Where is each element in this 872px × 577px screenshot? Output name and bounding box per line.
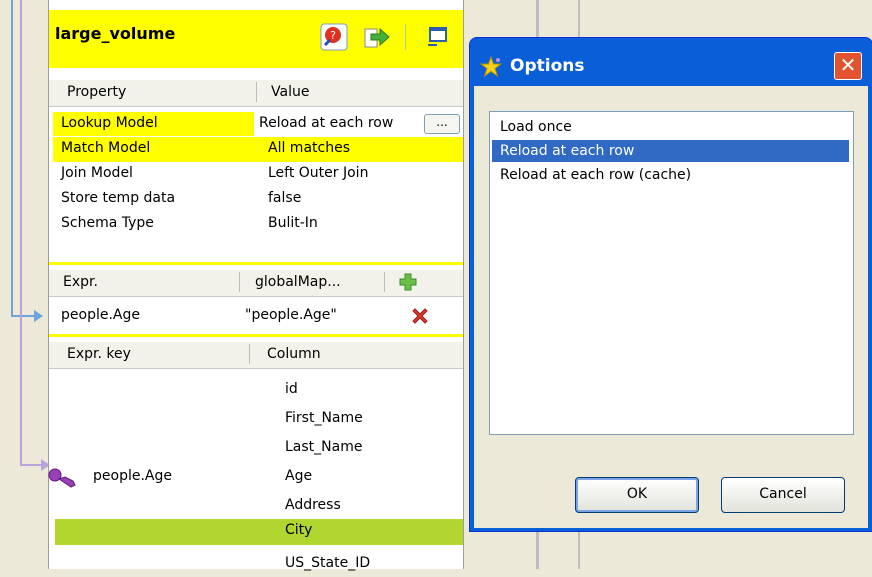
property-value[interactable]: false [268, 190, 301, 206]
table-title: large_volume [55, 24, 176, 43]
ellipsis-button[interactable]: ... [424, 114, 460, 134]
table-title-bar: large_volume ? [49, 10, 463, 68]
property-value[interactable]: Left Outer Join [268, 165, 368, 181]
flow-connection-line [11, 0, 13, 317]
expr-key-value[interactable]: people.Age [93, 468, 172, 484]
svg-text:?: ? [330, 29, 336, 42]
property-name: Match Model [61, 140, 151, 156]
globalmap-value[interactable]: "people.Age" [245, 307, 337, 323]
cancel-button[interactable]: Cancel [721, 477, 845, 513]
options-dialog: Options ✕ Load once Reload at each row R… [469, 37, 872, 532]
window-icon[interactable] [425, 23, 453, 51]
red-x-icon[interactable] [411, 307, 429, 325]
value-column-header: Value [271, 84, 310, 100]
property-name: Lookup Model [61, 115, 158, 131]
column-separator [256, 82, 257, 102]
columns-header: Expr. key Column [49, 342, 463, 369]
plus-icon[interactable] [399, 273, 417, 291]
column-separator [249, 344, 250, 364]
option-reload-each-row[interactable]: Reload at each row [492, 140, 849, 162]
search-settings-icon[interactable]: ? [320, 23, 348, 51]
property-name: Store temp data [61, 190, 176, 206]
property-row-match-model[interactable]: Match Model All matches [53, 137, 463, 162]
options-list[interactable]: Load once Reload at each row Reload at e… [489, 111, 854, 435]
property-name: Join Model [61, 165, 133, 181]
dialog-title: Options [510, 56, 585, 76]
column-name: Address [285, 497, 341, 513]
flow-connection-line [20, 0, 22, 466]
property-value[interactable]: All matches [268, 140, 350, 156]
key-icon [48, 468, 76, 488]
column-row[interactable]: US_State_ID [49, 552, 463, 577]
expr-key-column-header: Expr. key [67, 346, 131, 362]
column-separator [384, 272, 385, 292]
lookup-table-panel: large_volume ? Property Value Lookup Mod… [48, 0, 464, 571]
property-name: Schema Type [61, 215, 154, 231]
globalmap-column-header: globalMap... [255, 274, 341, 290]
toolbar-separator [405, 24, 406, 50]
section-divider [49, 262, 463, 265]
expr-value[interactable]: people.Age [61, 307, 140, 323]
option-load-once[interactable]: Load once [492, 116, 849, 138]
properties-header: Property Value [49, 80, 463, 107]
property-row-lookup-model[interactable]: Lookup Model Reload at each row ... [49, 112, 463, 137]
column-separator [239, 272, 240, 292]
property-row-store-temp-data[interactable]: Store temp data false [49, 187, 463, 212]
flow-arrow-icon [34, 310, 43, 322]
property-value[interactable]: Bulit-In [268, 215, 318, 231]
column-name: Last_Name [285, 439, 363, 455]
column-row[interactable]: Last_Name [49, 436, 463, 461]
column-row[interactable]: First_Name [49, 407, 463, 432]
section-divider [49, 334, 463, 337]
expr-column-header: Expr. [63, 274, 98, 290]
column-column-header: Column [267, 346, 321, 362]
column-name: First_Name [285, 410, 363, 426]
dialog-title-bar: Options ✕ [470, 38, 872, 80]
globalmap-row[interactable]: people.Age "people.Age" [49, 304, 463, 329]
column-row[interactable]: Address [49, 494, 463, 519]
dialog-body: Load once Reload at each row Reload at e… [474, 86, 868, 528]
column-name: id [285, 381, 298, 397]
column-row[interactable]: id [49, 378, 463, 403]
column-row[interactable]: people.Age Age [48, 465, 463, 490]
column-row-selected[interactable]: City [55, 519, 463, 545]
close-button[interactable]: ✕ [834, 52, 862, 80]
star-icon [480, 56, 502, 78]
flow-connection-line [11, 315, 35, 317]
globalmap-header: Expr. globalMap... [49, 270, 463, 297]
property-column-header: Property [67, 84, 127, 100]
option-reload-each-row-cache[interactable]: Reload at each row (cache) [492, 164, 849, 186]
property-row-join-model[interactable]: Join Model Left Outer Join [49, 162, 463, 187]
property-row-schema-type[interactable]: Schema Type Bulit-In [49, 212, 463, 237]
column-name: Age [285, 468, 313, 484]
property-value[interactable]: Reload at each row [259, 115, 393, 131]
column-name: City [285, 522, 313, 538]
green-arrow-icon[interactable] [363, 23, 391, 51]
flow-connection-line [20, 464, 42, 466]
ok-button[interactable]: OK [575, 477, 699, 513]
